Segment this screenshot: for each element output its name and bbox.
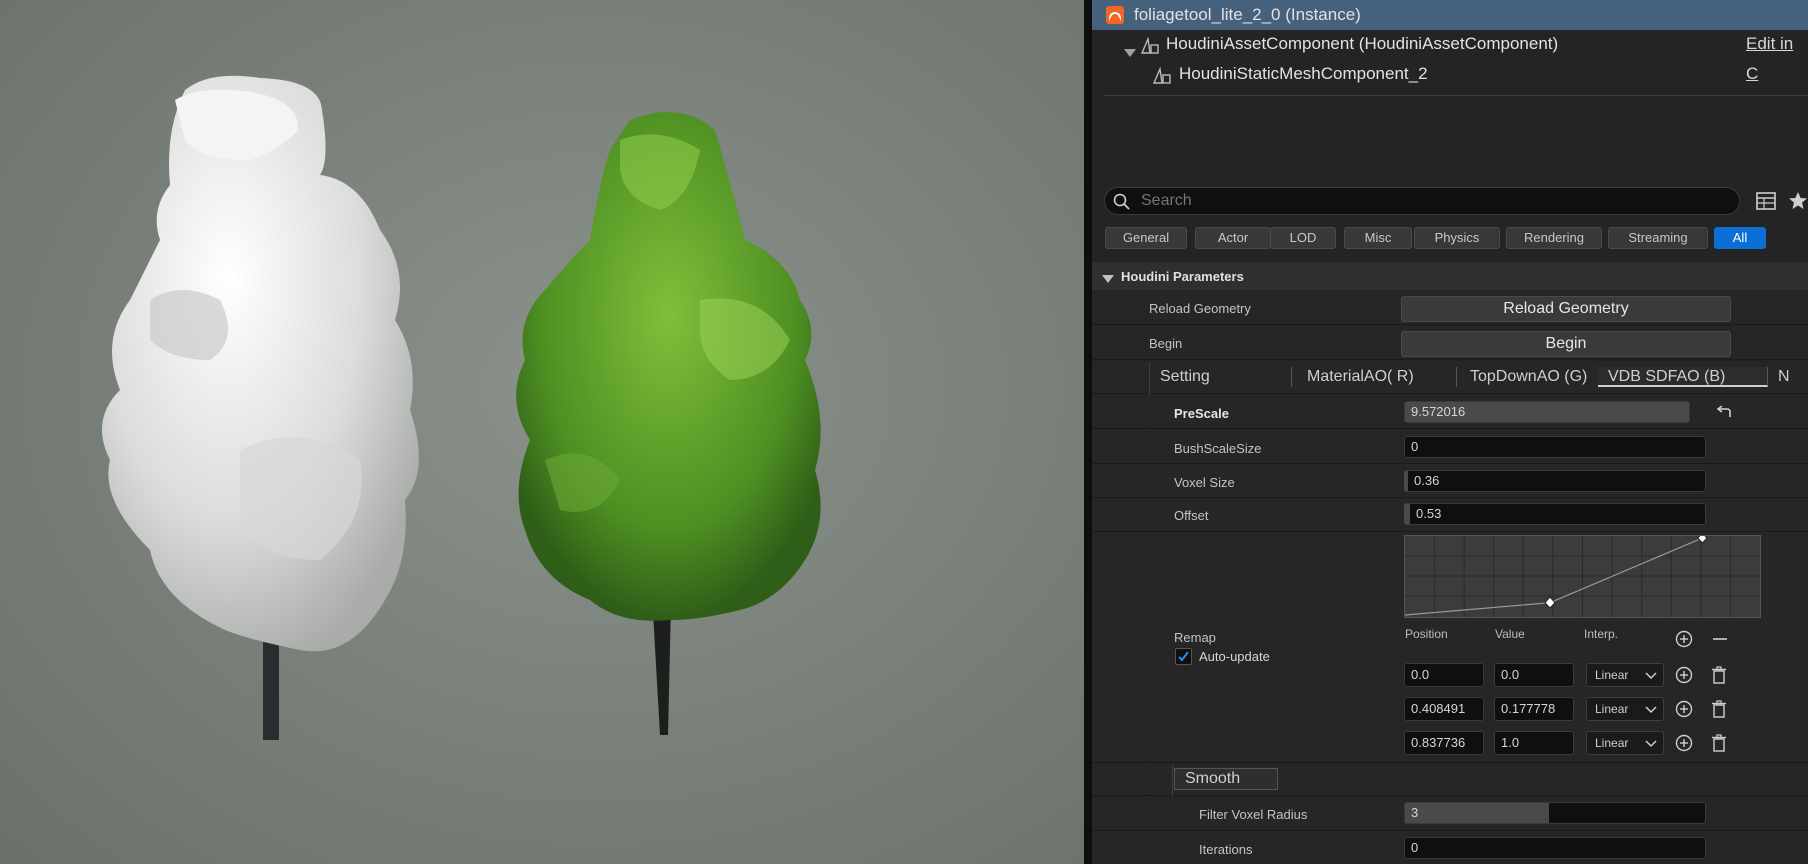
voxel-label: Voxel Size xyxy=(1174,475,1235,490)
ramp-point-interp-dropdown[interactable]: Linear xyxy=(1586,731,1664,755)
param-row-reload: Reload Geometry Reload Geometry xyxy=(1092,291,1808,325)
param-row-bushscale: BushScaleSize 0 xyxy=(1092,430,1808,464)
param-row-offset: Offset 0.53 xyxy=(1092,498,1808,532)
filter-all[interactable]: All xyxy=(1714,227,1766,249)
filter-radius-label: Filter Voxel Radius xyxy=(1199,807,1308,822)
begin-button[interactable]: Begin xyxy=(1401,331,1731,357)
ramp-point-position-field[interactable]: 0.837736 xyxy=(1404,731,1484,755)
filter-physics[interactable]: Physics xyxy=(1414,227,1500,249)
interp-label: Linear xyxy=(1595,736,1629,750)
remap-label: Remap xyxy=(1174,630,1216,645)
trash-icon[interactable] xyxy=(1711,700,1727,723)
foliage-tree-preview xyxy=(516,112,821,735)
ramp-graph xyxy=(1404,532,1760,617)
tab-topdownao[interactable]: TopDownAO (G) xyxy=(1460,367,1620,387)
ramp-point-marker[interactable] xyxy=(1544,596,1556,609)
autoupdate-label: Auto-update xyxy=(1199,649,1270,664)
bushscale-label: BushScaleSize xyxy=(1174,441,1262,456)
ramp-point-interp-dropdown[interactable]: Linear xyxy=(1586,697,1664,721)
filter-general[interactable]: General xyxy=(1105,227,1187,249)
interp-label: Linear xyxy=(1595,702,1629,716)
viewport[interactable] xyxy=(0,0,1084,864)
filter-rendering[interactable]: Rendering xyxy=(1506,227,1602,249)
section-header[interactable]: Houdini Parameters xyxy=(1092,262,1808,290)
remove-point-icon[interactable] xyxy=(1711,630,1729,653)
add-point-icon[interactable] xyxy=(1675,734,1693,757)
search-icon xyxy=(1113,193,1131,216)
reload-label: Reload Geometry xyxy=(1149,301,1251,316)
star-icon[interactable] xyxy=(1788,191,1808,216)
param-row-filter-radius: Filter Voxel Radius 3 xyxy=(1092,797,1808,831)
component-label: HoudiniAssetComponent (HoudiniAssetCompo… xyxy=(1166,34,1559,53)
interp-label: Linear xyxy=(1595,668,1629,682)
filter-streaming[interactable]: Streaming xyxy=(1608,227,1708,249)
component-root-label: foliagetool_lite_2_0 (Instance) xyxy=(1134,5,1361,24)
ramp-point-value-field[interactable]: 1.0 xyxy=(1494,731,1574,755)
chevron-down-icon xyxy=(1645,706,1657,714)
ramp-point-marker[interactable] xyxy=(1697,532,1708,544)
tab-materialao[interactable]: MaterialAO( R) xyxy=(1297,367,1457,387)
bushscale-field[interactable]: 0 xyxy=(1404,436,1706,458)
param-row-iterations: Iterations 0 xyxy=(1092,831,1808,864)
collapse-arrow-icon[interactable] xyxy=(1102,272,1114,290)
section-title: Houdini Parameters xyxy=(1121,269,1244,284)
houdini-logo-icon xyxy=(1106,6,1124,24)
param-row-prescale: PreScale 9.572016 xyxy=(1092,395,1808,429)
remap-ramp-editor[interactable] xyxy=(1404,532,1761,618)
param-row-begin: Begin Begin xyxy=(1092,326,1808,360)
ramp-point-value-field[interactable]: 0.177778 xyxy=(1494,697,1574,721)
ramp-header-interp: Interp. xyxy=(1584,627,1619,641)
reset-icon[interactable] xyxy=(1716,405,1732,424)
smooth-folder-tab[interactable]: Smooth xyxy=(1174,768,1278,790)
mesh-label: HoudiniStaticMeshComponent_2 xyxy=(1179,64,1428,83)
tab-vdb-sdfao[interactable]: VDB SDFAO (B) xyxy=(1598,367,1768,387)
chevron-down-icon xyxy=(1645,672,1657,680)
ramp-point-value-field[interactable]: 0.0 xyxy=(1494,663,1574,687)
offset-label: Offset xyxy=(1174,508,1209,523)
autoupdate-checkbox[interactable] xyxy=(1175,648,1192,665)
component-root-row[interactable]: foliagetool_lite_2_0 (Instance) xyxy=(1092,0,1808,30)
param-row-remap: Remap Auto-update Position Value Interp.… xyxy=(1092,532,1808,763)
ramp-point-position-field[interactable]: 0.0 xyxy=(1404,663,1484,687)
component-row-houdini-asset[interactable]: HoudiniAssetComponent (HoudiniAssetCompo… xyxy=(1092,29,1808,83)
ramp-point-position-field[interactable]: 0.408491 xyxy=(1404,697,1484,721)
ramp-point-interp-dropdown[interactable]: Linear xyxy=(1586,663,1664,687)
component-row-static-mesh[interactable]: HoudiniStaticMeshComponent_2 xyxy=(1092,59,1808,89)
prescale-field[interactable]: 9.572016 xyxy=(1404,401,1690,423)
reload-geometry-button[interactable]: Reload Geometry xyxy=(1401,296,1731,322)
table-view-icon[interactable] xyxy=(1756,191,1776,216)
checkbox-check-icon xyxy=(1178,651,1189,662)
offset-field[interactable]: 0.53 xyxy=(1404,503,1706,525)
voxel-size-field[interactable]: 0.36 xyxy=(1404,470,1706,492)
search-box[interactable] xyxy=(1104,187,1740,215)
add-point-icon[interactable] xyxy=(1675,700,1693,723)
iterations-field[interactable]: 0 xyxy=(1404,837,1706,859)
trash-icon[interactable] xyxy=(1711,666,1727,689)
prescale-label: PreScale xyxy=(1174,406,1229,421)
trash-icon[interactable] xyxy=(1711,734,1727,757)
param-row-voxel: Voxel Size 0.36 xyxy=(1092,464,1808,498)
filter-lod[interactable]: LOD xyxy=(1270,227,1336,249)
outliner-divider xyxy=(1104,95,1808,96)
filter-misc[interactable]: Misc xyxy=(1344,227,1412,249)
filter-radius-field[interactable]: 3 xyxy=(1404,802,1706,824)
add-point-icon[interactable] xyxy=(1675,630,1693,653)
details-panel: foliagetool_lite_2_0 (Instance) HoudiniA… xyxy=(1092,0,1808,864)
ramp-header-value: Value xyxy=(1495,627,1525,641)
tab-overflow[interactable]: N xyxy=(1768,367,1808,387)
tab-setting[interactable]: Setting xyxy=(1150,367,1292,387)
add-point-icon[interactable] xyxy=(1675,666,1693,689)
ramp-header-position: Position xyxy=(1405,627,1448,641)
param-row-smooth: Smooth xyxy=(1092,764,1808,864)
mesh-icon xyxy=(1152,65,1172,95)
begin-label: Begin xyxy=(1149,336,1183,351)
scene-render xyxy=(102,75,821,740)
panel-splitter[interactable] xyxy=(1084,0,1092,864)
search-input[interactable] xyxy=(1141,190,1721,212)
iterations-label: Iterations xyxy=(1199,842,1253,857)
chevron-down-icon xyxy=(1645,740,1657,748)
sdf-tree-preview xyxy=(102,75,419,740)
filter-actor[interactable]: Actor xyxy=(1195,227,1271,249)
